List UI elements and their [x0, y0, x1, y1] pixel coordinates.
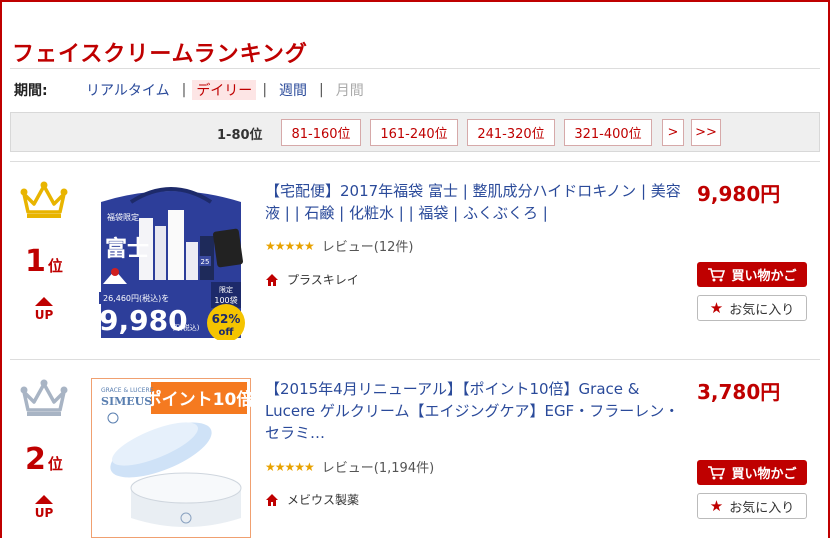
up-arrow-icon: [35, 495, 53, 504]
add-to-favorites-button[interactable]: ★ お気に入り: [697, 295, 807, 321]
svg-text:62%: 62%: [212, 312, 241, 326]
star-rating-icon: ★★★★★: [265, 459, 315, 474]
svg-text:SIMEUS: SIMEUS: [101, 395, 152, 408]
rank-number: 2 位: [25, 442, 63, 477]
shop-house-icon: [266, 273, 278, 286]
period-label: 期間:: [14, 83, 48, 99]
svg-text:100袋: 100袋: [214, 295, 237, 305]
svg-text:ポイント10倍: ポイント10倍: [145, 389, 251, 410]
svg-text:富士: 富士: [105, 236, 149, 262]
pagination-next-button[interactable]: >: [662, 119, 684, 146]
product-name-link[interactable]: 【宅配便】2017年福袋 富士 | 整肌成分ハイドロキノン | 美容液 | | …: [265, 180, 685, 224]
cart-button-label: 買い物かご: [731, 269, 797, 284]
item-divider: [10, 359, 820, 360]
period-daily-link[interactable]: デイリー: [192, 80, 257, 100]
add-to-favorites-button[interactable]: ★ お気に入り: [697, 493, 807, 519]
star-icon: ★: [709, 497, 724, 515]
gold-crown-icon: [20, 181, 68, 218]
rank-number: 1 位: [25, 244, 63, 279]
period-monthly-link: 月間: [335, 83, 364, 99]
rank-up-indicator: UP: [16, 495, 72, 520]
period-separator: |: [181, 82, 187, 98]
shop-name-link[interactable]: プラスキレイ: [287, 271, 359, 288]
cart-icon: [708, 267, 726, 281]
ranking-panel: フェイスクリームランキング 期間: リアルタイム | デイリー | 週間 | 月…: [0, 0, 830, 538]
review-summary: ★★★★★ レビュー(12件): [265, 236, 414, 256]
review-link[interactable]: レビュー(12件): [322, 236, 414, 255]
product-name-link[interactable]: 【2015年4月リニューアル】【ポイント10倍】Grace & Lucere ゲ…: [265, 378, 685, 444]
svg-text:限定: 限定: [219, 285, 233, 294]
pagination-link-241-320[interactable]: 241-320位: [467, 119, 555, 146]
product-price: 3,780円: [697, 380, 781, 404]
pagination-link-321-400[interactable]: 321-400位: [564, 119, 652, 146]
rank-badge: 1 位 UP: [16, 180, 72, 322]
svg-text:9,980: 9,980: [99, 304, 188, 337]
period-realtime-link[interactable]: リアルタイム: [80, 80, 176, 100]
up-arrow-icon: [35, 297, 53, 306]
star-icon: ★: [709, 299, 724, 317]
pagination-last-button[interactable]: >>: [691, 119, 721, 146]
svg-text:25: 25: [201, 258, 210, 266]
pagination-bar: 1-80位 81-160位 161-240位 241-320位 321-400位…: [10, 112, 820, 152]
cart-button-label: 買い物かご: [731, 467, 797, 482]
shop-name-link[interactable]: メビウス製薬: [287, 491, 359, 508]
pagination-link-161-240[interactable]: 161-240位: [370, 119, 458, 146]
add-to-cart-button[interactable]: 買い物かご: [697, 460, 807, 485]
star-rating-icon: ★★★★★: [265, 238, 315, 253]
add-to-cart-button[interactable]: 買い物かご: [697, 262, 807, 287]
svg-text:off: off: [219, 327, 235, 338]
cart-icon: [708, 465, 726, 479]
page-title: フェイスクリームランキング: [12, 42, 308, 67]
svg-text:26,460円(税込)を: 26,460円(税込)を: [103, 293, 169, 303]
period-separator: |: [319, 82, 324, 98]
svg-text:円(税込): 円(税込): [173, 323, 200, 332]
review-summary: ★★★★★ レビュー(1,194件): [265, 457, 434, 477]
title-divider: [10, 68, 820, 69]
rank-up-indicator: UP: [16, 297, 72, 322]
item-divider: [10, 161, 820, 162]
product-price: 9,980円: [697, 182, 781, 206]
product-image[interactable]: 25 福袋限定 富士 26,460円(税込)を 9,980 円(税込) 限定 1…: [91, 180, 251, 340]
pagination-current: 1-80位: [217, 128, 263, 143]
shop-info: メビウス製薬: [265, 491, 359, 508]
review-link[interactable]: レビュー(1,194件): [322, 457, 434, 476]
svg-text:福袋限定: 福袋限定: [107, 212, 139, 222]
period-separator: |: [262, 82, 268, 98]
product-image[interactable]: ポイント10倍 GRACE & LUCERE SIMEUS: [91, 378, 251, 538]
favorites-button-label: お気に入り: [729, 500, 795, 516]
rank-badge: 2 位 UP: [16, 378, 72, 520]
period-selector: 期間: リアルタイム | デイリー | 週間 | 月間: [14, 80, 370, 100]
shop-info: プラスキレイ: [265, 271, 359, 288]
period-weekly-link[interactable]: 週間: [273, 80, 313, 100]
favorites-button-label: お気に入り: [729, 302, 795, 318]
svg-text:GRACE & LUCERE: GRACE & LUCERE: [101, 387, 154, 394]
pagination-link-81-160[interactable]: 81-160位: [281, 119, 361, 146]
shop-house-icon: [266, 493, 278, 506]
silver-crown-icon: [20, 379, 68, 416]
